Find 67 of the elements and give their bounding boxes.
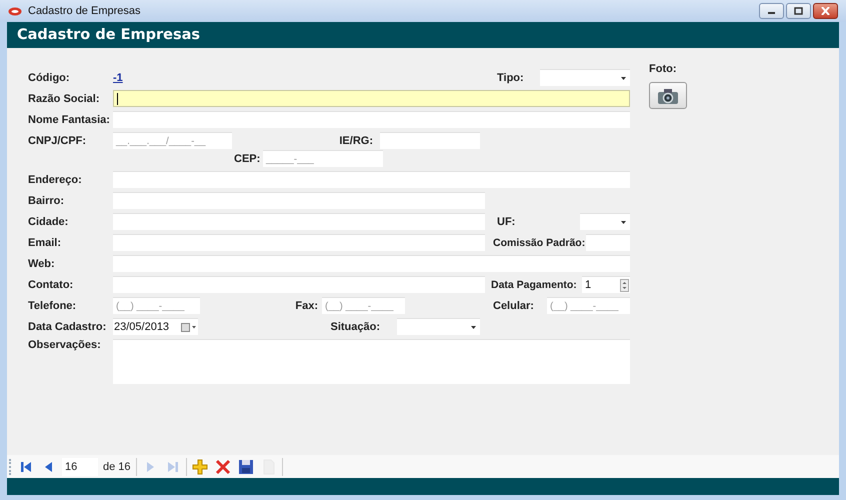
- input-field[interactable]: (__) ____-____: [113, 297, 200, 314]
- photo-button[interactable]: [649, 82, 687, 109]
- field-label: Telefone:: [28, 300, 78, 312]
- field-label: Razão Social:: [28, 92, 101, 104]
- header-title: Cadastro de Empresas: [17, 27, 200, 43]
- input-field[interactable]: [586, 234, 630, 251]
- field-label: Situação:: [329, 320, 380, 332]
- input-field[interactable]: [113, 90, 630, 107]
- input-field[interactable]: [113, 234, 485, 251]
- skip-first-icon: [19, 460, 33, 474]
- field-label: Data Pagamento:: [491, 278, 578, 290]
- close-button[interactable]: [813, 3, 838, 19]
- field-label: Email:: [28, 236, 62, 248]
- type-dropdown[interactable]: [540, 69, 630, 86]
- input-field[interactable]: __.___.___/____-__: [113, 132, 232, 149]
- app-icon: [8, 6, 22, 16]
- input-field[interactable]: [113, 192, 485, 209]
- field-label: Observações:: [28, 339, 102, 351]
- record-position-field[interactable]: 16: [62, 458, 98, 476]
- maximize-button[interactable]: [786, 3, 811, 19]
- input-field[interactable]: [113, 171, 630, 188]
- input-field[interactable]: [113, 255, 630, 272]
- field-label: CNPJ/CPF:: [28, 134, 88, 146]
- field-label: CEP:: [234, 152, 262, 164]
- camera-icon: [657, 86, 679, 104]
- state-dropdown[interactable]: [580, 213, 630, 230]
- caret-icon: [471, 326, 476, 328]
- caret-icon: [621, 76, 626, 80]
- add-button[interactable]: [190, 456, 210, 476]
- delete-icon: [214, 458, 231, 474]
- field-label: Fax:: [294, 300, 318, 312]
- input-field[interactable]: (__) ____-____: [547, 297, 630, 314]
- number-spinner[interactable]: 1: [582, 276, 630, 293]
- code-link[interactable]: -1: [113, 72, 123, 84]
- window-title: Cadastro de Empresas: [28, 5, 140, 17]
- spinner-arrows-icon: [620, 278, 629, 292]
- notes-field[interactable]: [113, 339, 630, 384]
- status-dropdown[interactable]: [397, 318, 480, 335]
- field-label: Data Cadastro:: [28, 320, 108, 332]
- field-label: Foto:: [649, 63, 678, 75]
- field-label: Web:: [28, 258, 56, 270]
- input-field[interactable]: (__) ____-____: [322, 297, 405, 314]
- date-picker[interactable]: 23/05/2013: [113, 318, 198, 335]
- field-label: Cidade:: [28, 216, 70, 228]
- plus-icon: [192, 458, 208, 474]
- field-label: Celular:: [493, 300, 535, 312]
- calendar-icon: [181, 322, 197, 332]
- input-field[interactable]: [113, 276, 485, 293]
- field-label: Contato:: [28, 278, 74, 290]
- field-label: UF:: [497, 216, 516, 228]
- maximize-icon: [794, 7, 803, 15]
- close-icon: [821, 7, 830, 15]
- skip-last-icon: [166, 460, 180, 474]
- input-field[interactable]: [113, 111, 630, 128]
- field-label: Endereço:: [28, 174, 83, 186]
- record-count: de 16: [103, 460, 131, 472]
- field-label: Tipo:: [497, 72, 525, 84]
- field-label: Nome Fantasia:: [28, 114, 111, 126]
- input-field[interactable]: [113, 213, 485, 230]
- field-label: Bairro:: [28, 194, 66, 206]
- field-label: Comissão Padrão:: [493, 236, 586, 248]
- caret-icon: [621, 220, 626, 224]
- input-field[interactable]: _____-___: [263, 150, 383, 167]
- minimize-button[interactable]: [759, 3, 784, 19]
- field-label: IE/RG:: [338, 134, 373, 146]
- field-label: Código:: [28, 72, 71, 84]
- input-field[interactable]: [380, 132, 480, 149]
